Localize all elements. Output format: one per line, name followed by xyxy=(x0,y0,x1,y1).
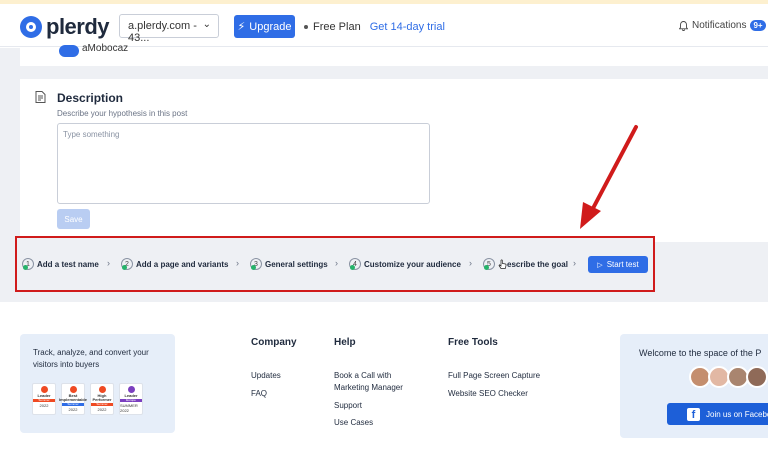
g2-badge: High Performer Summer 2022 xyxy=(90,383,114,415)
step-number-badge: 2 xyxy=(121,258,133,270)
step-customize-audience[interactable]: 4 Customize your audience xyxy=(349,258,461,270)
g2-badge: Leader Summer 2022 xyxy=(32,383,56,415)
step-number-badge: 4 xyxy=(349,258,361,270)
g2-badge: Leader Europe SUMMER 2022 xyxy=(119,383,143,415)
description-subtitle: Describe your hypothesis in this post xyxy=(57,109,188,118)
textarea-placeholder: Type something xyxy=(63,130,120,139)
g2-icon xyxy=(127,386,135,393)
step-number-badge: 3 xyxy=(250,258,262,270)
chevron-right-icon: › xyxy=(236,258,239,268)
chevron-right-icon: › xyxy=(107,258,110,268)
footer-company: Company Updates FAQ xyxy=(251,337,297,398)
footer-link-seo-checker[interactable]: Website SEO Checker xyxy=(448,388,528,400)
footer-link-use-cases[interactable]: Use Cases xyxy=(334,417,373,429)
save-button[interactable]: Save xyxy=(57,209,90,229)
avatar-group xyxy=(689,366,768,388)
footer-link-book-call[interactable]: Book a Call with xyxy=(334,370,391,382)
play-icon: ▷ xyxy=(597,261,603,269)
lightning-icon: ⚡︎ xyxy=(237,21,246,33)
footer-link-faq[interactable]: FAQ xyxy=(251,388,267,400)
hand-cursor-icon xyxy=(498,259,507,269)
description-title: Description xyxy=(57,91,124,105)
footer-help: Help Book a Call with Marketing Manager … xyxy=(334,337,403,427)
g2-icon xyxy=(40,386,48,393)
plan-label: Free Plan xyxy=(313,21,361,33)
active-toggle[interactable] xyxy=(59,45,79,57)
company-heading: Company xyxy=(251,337,297,348)
trial-link[interactable]: Get 14-day trial xyxy=(370,21,445,33)
check-dot-icon xyxy=(251,265,256,270)
step-label: Add a test name xyxy=(37,259,99,269)
step-number-badge: 5 xyxy=(483,258,495,270)
upgrade-label: Upgrade xyxy=(249,20,292,33)
step-label: Add a page and variants xyxy=(136,259,229,269)
g2-icon xyxy=(69,386,77,393)
toggle-label: aMobocaz xyxy=(82,43,129,54)
g2-badges: Leader Summer 2022 Best Implementable Su… xyxy=(32,383,143,415)
steps-bar: 1 Add a test name › 2 Add a page and var… xyxy=(15,236,655,292)
settings-card-top: aMobocaz xyxy=(20,43,768,66)
chevron-right-icon: › xyxy=(469,258,472,268)
start-test-label: Start test xyxy=(606,260,639,269)
facebook-label: Join us on Facebook xyxy=(706,409,768,419)
top-header: plerdy a.plerdy.com - 43... ⌄ ⚡︎ Upgrade… xyxy=(0,4,768,47)
footer-link-screen-capture[interactable]: Full Page Screen Capture xyxy=(448,370,540,382)
plerdy-logo[interactable]: plerdy xyxy=(20,14,110,40)
notifications-label: Notifications xyxy=(692,20,747,31)
bell-icon xyxy=(679,20,688,31)
chevron-right-icon: › xyxy=(573,258,576,268)
step-label: escribe the goal xyxy=(507,259,568,269)
check-dot-icon xyxy=(484,265,489,270)
save-label: Save xyxy=(64,214,83,224)
chevron-down-icon: ⌄ xyxy=(202,19,211,30)
start-test-button[interactable]: ▷ Start test xyxy=(588,256,648,273)
promo-text: Track, analyze, and convert your visitor… xyxy=(33,348,149,369)
step-general-settings[interactable]: 3 General settings xyxy=(250,258,328,270)
check-dot-icon xyxy=(23,265,28,270)
document-icon xyxy=(35,91,46,103)
check-dot-icon xyxy=(350,265,355,270)
plan-info: Free Plan Get 14-day trial xyxy=(304,21,445,33)
facebook-icon: f xyxy=(687,407,700,421)
notifications-badge: 9+ xyxy=(750,20,766,31)
tools-heading: Free Tools xyxy=(448,337,498,348)
help-heading: Help xyxy=(334,337,356,348)
description-card: Description Describe your hypothesis in … xyxy=(20,79,768,242)
logo-text: plerdy xyxy=(46,14,110,39)
community-card: Welcome to the space of the P f Join us … xyxy=(620,334,768,438)
footer-link-marketing-manager[interactable]: Marketing Manager xyxy=(334,382,403,394)
plerdy-logo-icon xyxy=(20,16,42,38)
notifications[interactable]: Notifications 9+ xyxy=(679,20,766,31)
g2-badge: Best Implementable Summer 2022 xyxy=(59,383,87,415)
plan-dot-icon xyxy=(304,25,308,29)
avatar xyxy=(746,366,768,388)
site-select-value: a.plerdy.com - 43... xyxy=(128,20,197,44)
footer-link-updates[interactable]: Updates xyxy=(251,370,281,382)
upgrade-button[interactable]: ⚡︎ Upgrade xyxy=(234,15,295,38)
g2-icon xyxy=(98,386,106,393)
step-label: General settings xyxy=(265,259,328,269)
footer-tools: Free Tools Full Page Screen Capture Webs… xyxy=(448,337,540,398)
step-add-page-variants[interactable]: 2 Add a page and variants xyxy=(121,258,228,270)
footer-promo-card: Track, analyze, and convert your visitor… xyxy=(20,334,175,433)
join-facebook-button[interactable]: f Join us on Facebook xyxy=(667,403,768,425)
chevron-right-icon: › xyxy=(335,258,338,268)
welcome-text: Welcome to the space of the P xyxy=(639,348,762,358)
site-select[interactable]: a.plerdy.com - 43... ⌄ xyxy=(119,14,219,44)
step-describe-goal[interactable]: 5 escribe the goal xyxy=(483,258,568,270)
step-number-badge: 1 xyxy=(22,258,34,270)
hypothesis-textarea[interactable]: Type something xyxy=(57,123,430,204)
footer-link-support[interactable]: Support xyxy=(334,400,362,412)
step-add-test-name[interactable]: 1 Add a test name xyxy=(22,258,99,270)
check-dot-icon xyxy=(122,265,127,270)
step-label: Customize your audience xyxy=(364,259,461,269)
